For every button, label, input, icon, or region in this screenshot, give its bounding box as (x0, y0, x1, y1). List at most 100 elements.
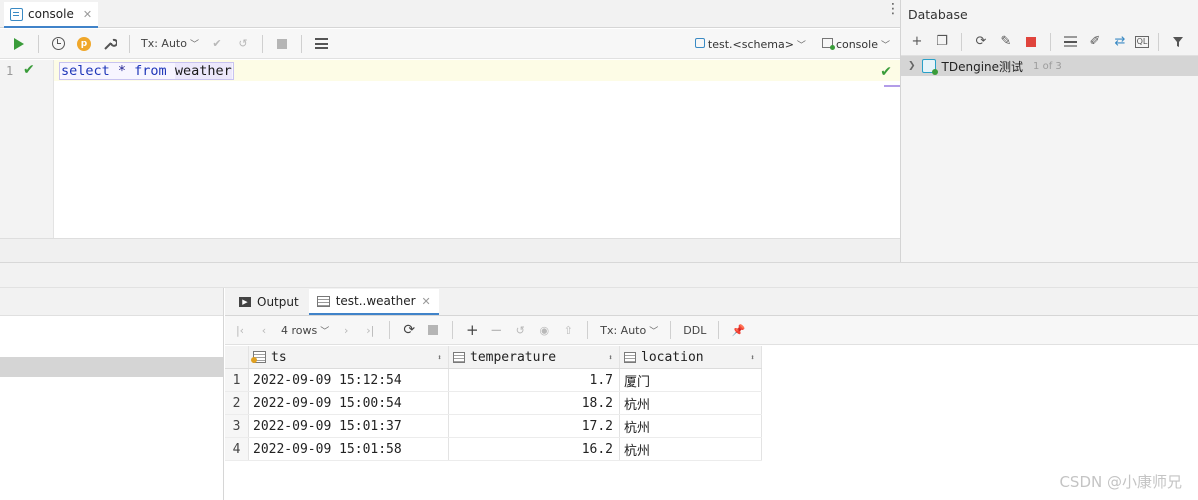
cancel-button[interactable] (424, 319, 442, 341)
cell-ts[interactable]: 2022-09-09 15:01:58 (249, 438, 449, 460)
column-icon (453, 351, 465, 363)
tab-console-label: console (28, 7, 74, 21)
editor-context-selectors: test.<schema> ﹀ console ﹀ (694, 29, 890, 59)
column-header-label: location (624, 350, 704, 365)
sort-icon[interactable]: ⬍ (608, 353, 613, 362)
row-number-header (225, 346, 249, 368)
table-row[interactable]: 3 2022-09-09 15:01:37 17.2 杭州 (225, 415, 762, 438)
ddl-label: DDL (683, 323, 707, 337)
cancel-query-button[interactable] (271, 33, 293, 55)
chevron-down-icon: ﹀ (320, 326, 330, 337)
query-console-icon[interactable]: QL (1135, 35, 1149, 48)
session-selector[interactable]: console ﹀ (821, 37, 890, 51)
chevron-down-icon: ﹀ (796, 40, 806, 51)
chevron-right-icon[interactable]: ❯ (908, 61, 916, 71)
sql-star: * (109, 63, 135, 79)
prev-page-button[interactable]: ‹ (255, 319, 273, 341)
tx-mode-dropdown[interactable]: Tx: Auto ﹀ (138, 33, 202, 55)
ddl-button[interactable]: DDL (681, 319, 708, 341)
cell-temperature[interactable]: 1.7 (449, 369, 620, 391)
cell-ts[interactable]: 2022-09-09 15:00:54 (249, 392, 449, 414)
rows-count-label: 4 rows (281, 323, 318, 337)
settings-button[interactable] (99, 33, 121, 55)
submit-button[interactable]: ⇧ (559, 319, 577, 341)
pin-icon: 📌 (731, 323, 746, 337)
commit-button[interactable]: ✔ (206, 33, 228, 55)
console-session-icon (821, 37, 835, 50)
tab-output[interactable]: ▶ Output (231, 289, 307, 315)
revert-button[interactable]: ↺ (511, 319, 529, 341)
last-page-icon: ›| (366, 323, 375, 337)
stop-icon (428, 325, 439, 335)
tree-item-tdengine[interactable]: ❯ TDengine测试 1 of 3 (901, 56, 1198, 76)
code-editor[interactable]: 1 ✔ select * from weather ✔ (0, 60, 900, 238)
history-button[interactable] (47, 33, 69, 55)
copy-icon[interactable]: ❐ (932, 32, 952, 52)
rows-count-dropdown[interactable]: 4 rows ﹀ (279, 319, 331, 341)
jump-icon[interactable]: ⇄ (1110, 32, 1130, 52)
cell-location[interactable]: 厦门 (620, 369, 762, 391)
schema-selector[interactable]: test.<schema> ﹀ (694, 37, 806, 51)
cell-temperature[interactable]: 16.2 (449, 438, 620, 460)
results-grid: ts ⬍ temperature ⬍ location ⬍ 1 2022-09-… (225, 346, 762, 461)
column-header-location[interactable]: location ⬍ (620, 346, 762, 368)
stop-icon (277, 38, 287, 49)
editor-gutter: 1 ✔ (0, 60, 54, 238)
close-icon[interactable]: ✕ (83, 8, 92, 21)
reload-button[interactable]: ⟳ (400, 319, 418, 341)
table-row[interactable]: 1 2022-09-09 15:12:54 1.7 厦门 (225, 369, 762, 392)
more-options-icon[interactable]: ⋮ (886, 2, 900, 16)
undo-icon: ↺ (515, 323, 525, 337)
table-row[interactable]: 2 2022-09-09 15:00:54 18.2 杭州 (225, 392, 762, 415)
tab-console[interactable]: console ✕ (4, 2, 99, 28)
first-page-button[interactable]: |‹ (231, 319, 249, 341)
add-row-button[interactable]: + (463, 319, 481, 341)
schema-label: test.<schema> (707, 37, 794, 51)
last-page-button[interactable]: ›| (361, 319, 379, 341)
sql-statement[interactable]: select * from weather (59, 62, 234, 80)
cell-ts[interactable]: 2022-09-09 15:12:54 (249, 369, 449, 391)
parameters-button[interactable]: p (73, 33, 95, 55)
check-icon: ✔ (212, 37, 222, 50)
close-icon[interactable]: ✕ (422, 295, 431, 308)
toolbar-separator (718, 321, 720, 339)
filter-icon[interactable] (1168, 32, 1188, 52)
refresh-icon[interactable]: ⟳ (971, 32, 991, 52)
execute-button[interactable] (8, 33, 30, 55)
tab-test-weather[interactable]: test..weather ✕ (308, 289, 439, 315)
rollback-button[interactable]: ↺ (232, 33, 254, 55)
chevron-down-icon: ﹀ (649, 326, 659, 337)
result-view-button[interactable] (310, 33, 332, 55)
edit-icon[interactable]: ✐ (1085, 32, 1105, 52)
watermark: CSDN @小康师兄 (1059, 473, 1182, 491)
panel-divider[interactable] (0, 262, 1198, 288)
results-toolbar: |‹ ‹ 4 rows ﹀ › ›| ⟳ + − ↺ ◉ ⇧ Tx: Auto ﹀ … (225, 316, 1198, 345)
sort-icon[interactable]: ⬍ (750, 353, 755, 362)
pin-button[interactable]: 📌 (729, 319, 747, 341)
table-row[interactable]: 4 2022-09-09 15:01:58 16.2 杭州 (225, 438, 762, 461)
minus-icon: − (489, 321, 503, 339)
row-number: 1 (225, 369, 249, 391)
services-selected-row[interactable] (0, 357, 224, 377)
stop-icon[interactable] (1021, 32, 1041, 52)
sort-icon[interactable]: ⬍ (437, 353, 442, 362)
cell-location[interactable]: 杭州 (620, 415, 762, 437)
chevron-right-icon: › (344, 323, 349, 337)
cell-temperature[interactable]: 18.2 (449, 392, 620, 414)
column-name-location: location (641, 349, 704, 365)
column-header-temperature[interactable]: temperature ⬍ (449, 346, 620, 368)
schema-edit-icon[interactable]: ✎ (996, 32, 1016, 52)
cell-location[interactable]: 杭州 (620, 438, 762, 460)
play-icon (14, 37, 24, 50)
toolbar-separator (1158, 32, 1159, 51)
tx-mode-dropdown[interactable]: Tx: Auto ﹀ (598, 319, 660, 341)
add-icon[interactable]: + (907, 32, 927, 52)
cell-location[interactable]: 杭州 (620, 392, 762, 414)
next-page-button[interactable]: › (337, 319, 355, 341)
table-icon[interactable] (1060, 32, 1080, 52)
cell-ts[interactable]: 2022-09-09 15:01:37 (249, 415, 449, 437)
cell-temperature[interactable]: 17.2 (449, 415, 620, 437)
column-header-ts[interactable]: ts ⬍ (249, 346, 449, 368)
preview-changes-button[interactable]: ◉ (535, 319, 553, 341)
delete-row-button[interactable]: − (487, 319, 505, 341)
